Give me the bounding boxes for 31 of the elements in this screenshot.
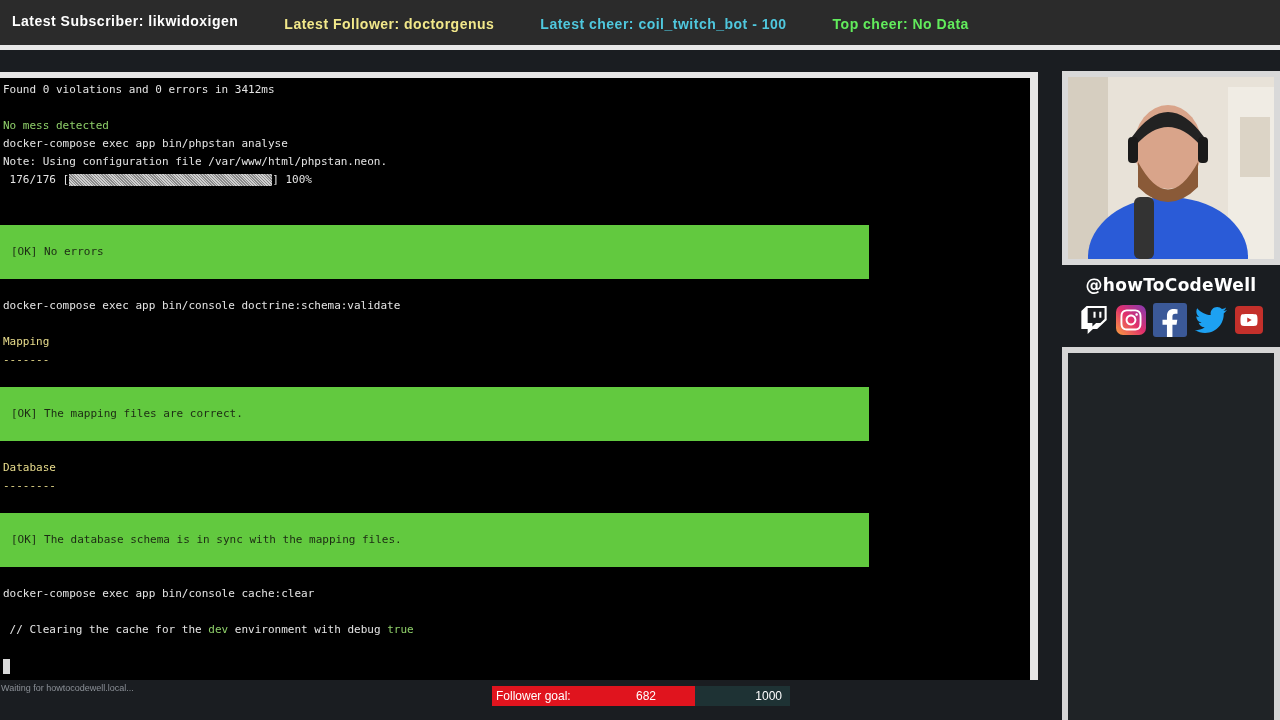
underline-rule: -------	[3, 353, 50, 366]
goal-label: Follower goal:	[496, 688, 572, 705]
stat-label: Latest Follower: doctorgenus	[284, 14, 495, 34]
terminal-line: docker-compose exec app bin/console cache:clear	[3, 587, 315, 600]
twitch-icon[interactable]	[1079, 304, 1109, 335]
success-block: [OK] The mapping files are correct.	[0, 387, 869, 441]
terminal-line: Found 0 violations and 0 errors in 3412ms	[3, 83, 275, 96]
terminal-line: // Clearing the cache for the dev environment with debug true	[8, 623, 414, 636]
instagram-icon[interactable]	[1116, 304, 1146, 335]
goal-target: 1000	[755, 688, 783, 705]
terminal-line: docker-compose exec app bin/console doctrine:schema:validate	[3, 299, 401, 312]
terminal-line: No mess detected	[3, 119, 109, 132]
status-text: Waiting for howtocodewell.local...	[0, 682, 135, 695]
text-cursor	[3, 658, 10, 674]
stat-label: Latest Subscriber: likwidoxigen	[12, 11, 239, 31]
progress-percent: ] 100%	[272, 172, 312, 188]
facebook-icon[interactable]	[1153, 302, 1187, 337]
success-block: [OK] The database schema is in sync with the mapping files.	[0, 513, 869, 567]
terminal-line: docker-compose exec app bin/phpstan analyse	[3, 137, 288, 150]
underline-rule: --------	[3, 479, 56, 492]
terminal-line: Database	[3, 461, 56, 474]
youtube-icon[interactable]	[1235, 305, 1263, 334]
terminal-line: Note: Using configuration file /var/www/html/phpstan.neon.	[3, 155, 388, 168]
twitter-icon[interactable]	[1194, 304, 1228, 335]
stat-label: Top cheer: No Data	[832, 14, 969, 34]
channel-handle: @howToCodeWell	[1084, 274, 1258, 297]
success-block: [OK] No errors	[0, 225, 869, 279]
stat-label: Latest cheer: coil_twitch_bot - 100	[540, 14, 787, 34]
terminal-line: Mapping	[3, 335, 50, 348]
progress-count: 176/176 [	[8, 172, 70, 188]
goal-current: 682	[636, 688, 658, 705]
